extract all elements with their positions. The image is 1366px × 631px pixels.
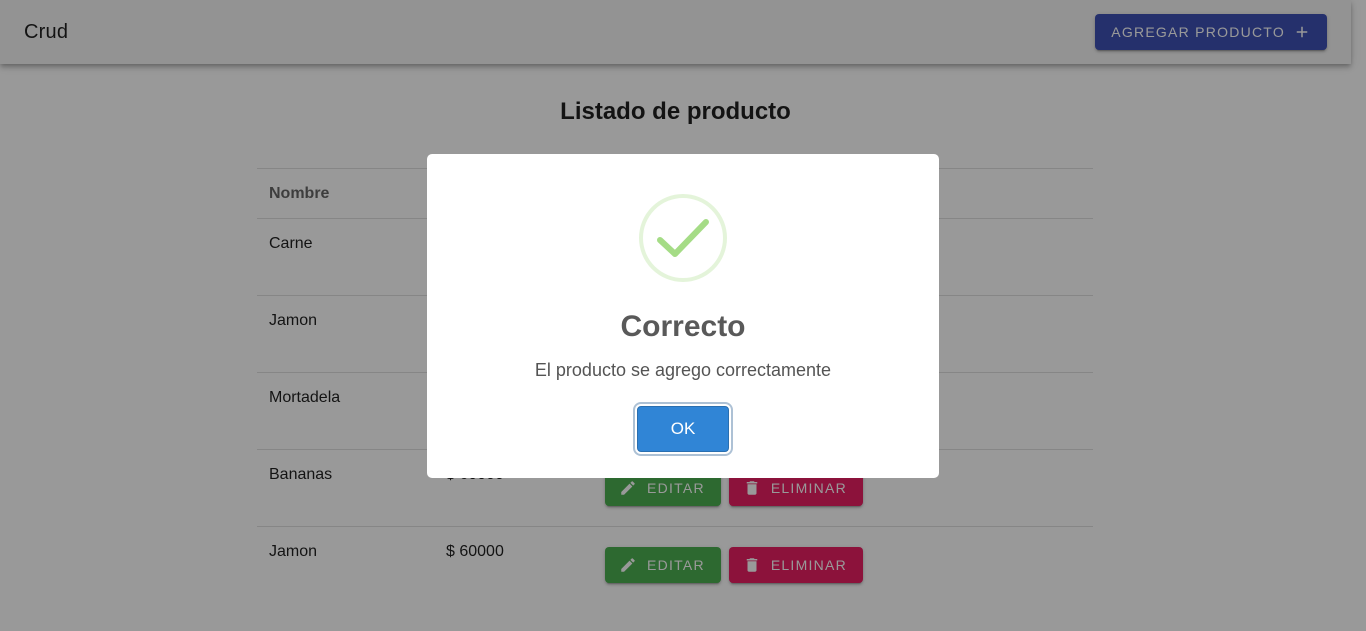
dialog-title: Correcto	[620, 310, 746, 343]
success-check-icon	[639, 194, 727, 282]
dialog-message: El producto se agrego correctamente	[534, 360, 832, 380]
success-dialog: Correcto El producto se agrego correctam…	[427, 154, 939, 478]
ok-button[interactable]: OK	[637, 406, 729, 452]
